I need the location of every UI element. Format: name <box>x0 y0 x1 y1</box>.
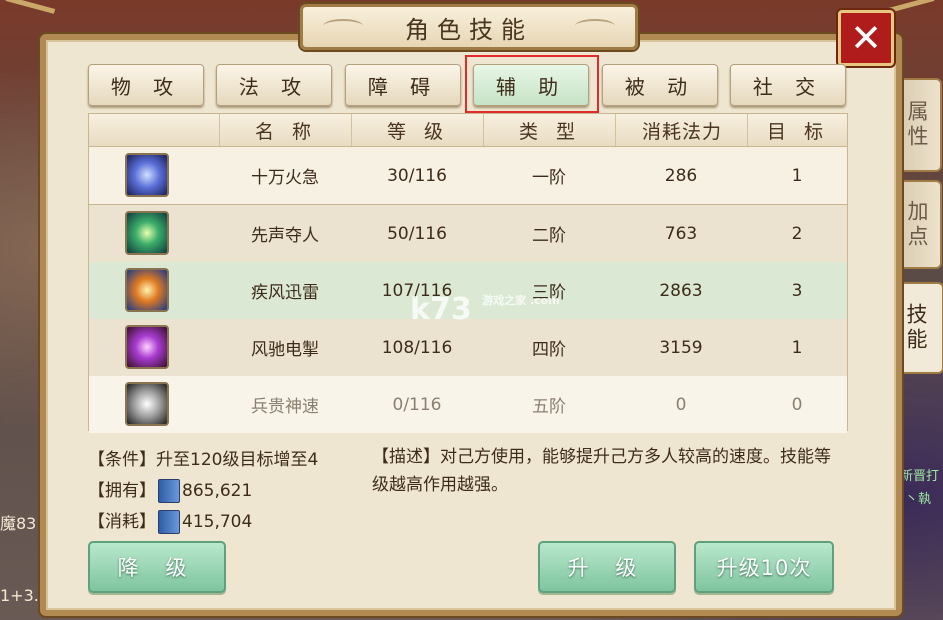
downgrade-button[interactable]: 降 级 <box>88 541 226 593</box>
skill-level: 30/116 <box>387 165 447 186</box>
purple-swirl-icon <box>125 325 169 369</box>
active-tab-highlight <box>465 55 599 113</box>
table-row[interactable]: 十万火急 30/116 一阶 286 1 <box>89 147 847 205</box>
skill-target: 2 <box>791 223 803 244</box>
background-text: 魔83 <box>0 514 37 533</box>
upgrade-condition: 【条件】升至120级目标增至4 <box>88 450 319 470</box>
skill-mana: 763 <box>664 223 698 244</box>
page-title: 角色技能 <box>405 15 533 44</box>
owned-value: 865,621 <box>182 481 253 501</box>
tab-magic-attack[interactable]: 法 攻 <box>216 64 332 106</box>
tab-social[interactable]: 社 交 <box>730 64 846 106</box>
skill-target: 1 <box>791 337 803 358</box>
table-row[interactable]: 兵贵神速 0/116 五阶 0 0 <box>89 376 847 433</box>
table-row[interactable]: 风驰电掣 108/116 四阶 3159 1 <box>89 319 847 377</box>
skill-mana: 2863 <box>659 280 703 301</box>
cost-label: 【消耗】 <box>88 512 156 532</box>
header-level: 等 级 <box>351 114 484 146</box>
skill-name: 十万火急 <box>251 168 319 188</box>
background-text: 1+3. <box>0 586 39 605</box>
skill-table: 名 称 等 级 类 型 消耗法力 目 标 十万火急 30/116 一阶 286 … <box>88 113 848 433</box>
tab-passive[interactable]: 被 动 <box>602 64 718 106</box>
close-button[interactable]: ✕ <box>838 10 894 66</box>
header-target: 目 标 <box>747 114 848 146</box>
upgrade-button[interactable]: 升 级 <box>538 541 676 593</box>
white-burst-icon <box>125 382 169 426</box>
green-spark-icon <box>125 211 169 255</box>
skill-mana: 0 <box>675 394 687 415</box>
background-text: 丶執 <box>905 492 932 507</box>
tab-physical-attack[interactable]: 物 攻 <box>88 64 204 106</box>
tab-obstruct[interactable]: 障 碍 <box>345 64 461 106</box>
table-row[interactable]: 先声夺人 50/116 二阶 763 2 <box>89 205 847 263</box>
skill-target: 1 <box>791 165 803 186</box>
skill-mana: 3159 <box>659 337 703 358</box>
panel-title: 角色技能 <box>300 4 638 50</box>
close-icon: ✕ <box>850 16 882 60</box>
skill-tier: 五阶 <box>532 397 566 417</box>
cost-row: 【消耗】 415,704 <box>88 507 252 534</box>
skill-mana: 286 <box>664 165 698 186</box>
lightning-wing-icon <box>125 153 169 197</box>
skill-tier: 四阶 <box>532 340 566 360</box>
skill-name: 兵贵神速 <box>251 397 319 417</box>
skill-book-icon <box>158 510 180 534</box>
flame-crest-icon <box>125 268 169 312</box>
skill-name: 先声夺人 <box>251 226 319 246</box>
owned-label: 【拥有】 <box>88 481 156 501</box>
cost-value: 415,704 <box>182 512 253 532</box>
watermark-sub: 游戏之家 .com <box>482 294 560 307</box>
skill-target: 3 <box>791 280 803 301</box>
skill-tier: 二阶 <box>532 226 566 246</box>
skill-description: 【描述】对己方使用，能够提升己方多人较高的速度。技能等级越高作用越强。 <box>372 447 831 495</box>
watermark-logo: k73 <box>410 292 472 327</box>
skill-name: 风驰电掣 <box>251 340 319 360</box>
upgrade-10-button[interactable]: 升级10次 <box>694 541 834 593</box>
skill-level: 50/116 <box>387 223 447 244</box>
header-mana: 消耗法力 <box>615 114 748 146</box>
skill-level: 108/116 <box>381 337 453 358</box>
owned-row: 【拥有】 865,621 <box>88 476 252 503</box>
header-name: 名 称 <box>219 114 352 146</box>
skill-tier: 一阶 <box>532 168 566 188</box>
background-text: 新晋打 <box>900 469 940 484</box>
skill-target: 0 <box>791 394 803 415</box>
skill-level: 0/116 <box>392 394 442 415</box>
skill-book-icon <box>158 479 180 503</box>
skill-name: 疾风迅雷 <box>251 283 319 303</box>
watermark: k73 游戏之家 .com <box>410 292 560 327</box>
header-icon-col <box>89 114 219 146</box>
table-header: 名 称 等 级 类 型 消耗法力 目 标 <box>89 114 847 147</box>
header-type: 类 型 <box>483 114 616 146</box>
